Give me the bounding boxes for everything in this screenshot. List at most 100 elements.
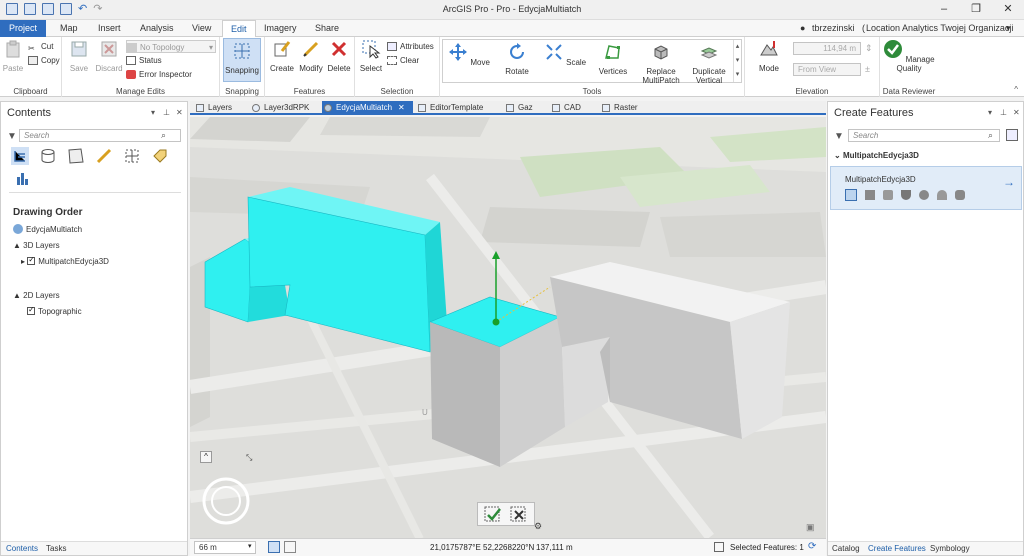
- paste-button[interactable]: Paste: [2, 39, 24, 73]
- layer-multipatch-checkbox[interactable]: [27, 255, 36, 265]
- contents-pin-icon[interactable]: ⊥: [163, 108, 170, 117]
- organization-name[interactable]: Location Analytics Twojej Organizacji: [866, 23, 1013, 33]
- elevation-adjust-icon[interactable]: ±: [865, 64, 870, 74]
- selected-features-count[interactable]: Selected Features: 1: [730, 543, 804, 552]
- sphere-tool-icon[interactable]: [919, 190, 929, 200]
- scale-input[interactable]: 66 m: [194, 541, 256, 554]
- navigator-icon[interactable]: [202, 477, 250, 525]
- view-tab-editortemplate[interactable]: EditorTemplate: [416, 101, 483, 115]
- cone-tool-icon[interactable]: [937, 190, 947, 200]
- tab-create-features[interactable]: Create Features: [868, 544, 926, 553]
- data-source-icon[interactable]: [39, 147, 57, 165]
- tab-catalog[interactable]: Catalog: [832, 544, 860, 553]
- labeling-view-icon[interactable]: [151, 147, 169, 165]
- status-button[interactable]: Status: [126, 54, 162, 67]
- contents-search-input[interactable]: Search: [19, 129, 181, 142]
- manage-templates-icon[interactable]: [1006, 129, 1018, 141]
- move-tool[interactable]: Move: [447, 42, 491, 67]
- elevation-mode-button[interactable]: Mode: [751, 39, 787, 73]
- close-window-button[interactable]: ✕: [994, 2, 1022, 16]
- user-name[interactable]: tbrzezinski: [812, 23, 855, 33]
- save-edits-button[interactable]: Save: [66, 39, 92, 73]
- tab-tasks[interactable]: Tasks: [46, 544, 66, 553]
- tab-analysis[interactable]: Analysis: [132, 20, 182, 37]
- snapping-toggle-icon[interactable]: [268, 541, 280, 553]
- close-view-icon[interactable]: ✕: [398, 103, 405, 112]
- tab-insert[interactable]: Insert: [90, 20, 129, 37]
- editing-view-icon[interactable]: [95, 147, 113, 165]
- drawing-order-icon[interactable]: [11, 147, 29, 165]
- create-features-filter-icon[interactable]: ▼: [834, 131, 844, 142]
- group-3d-layers[interactable]: ▲ 3D Layers: [13, 241, 60, 250]
- select-button[interactable]: Select: [357, 39, 385, 73]
- tools-gallery-scroll[interactable]: ▴ ▾ ▾: [733, 40, 741, 82]
- elevation-spin-icon[interactable]: ⇕: [865, 43, 873, 54]
- create-features-close-icon[interactable]: ✕: [1013, 108, 1020, 117]
- group-2d-layers[interactable]: ▲ 2D Layers: [13, 291, 60, 300]
- view-tab-cad[interactable]: CAD: [550, 101, 581, 115]
- selection-view-icon[interactable]: [67, 147, 85, 165]
- discard-button[interactable]: Discard: [94, 39, 124, 73]
- create-button[interactable]: Create: [268, 39, 296, 73]
- tab-imagery[interactable]: Imagery: [256, 20, 305, 37]
- vertices-tool[interactable]: Vertices: [591, 42, 635, 76]
- create-features-search-input[interactable]: Search: [848, 129, 1000, 142]
- create-features-search-icon[interactable]: ⌕: [988, 130, 993, 141]
- scale-tool[interactable]: Scale: [543, 42, 587, 67]
- view-tab-raster[interactable]: Raster: [600, 101, 638, 115]
- collapse-ribbon-icon[interactable]: ^: [1014, 85, 1018, 94]
- tab-map[interactable]: Map: [52, 20, 86, 37]
- tab-edit[interactable]: Edit: [222, 20, 256, 37]
- manage-quality-button[interactable]: Manage Quality: [882, 39, 936, 73]
- template-item[interactable]: MultipatchEdycja3D →: [830, 166, 1022, 210]
- maximize-button[interactable]: ❐: [962, 2, 990, 16]
- map-overlay-icon[interactable]: ▣: [806, 522, 815, 533]
- map-node[interactable]: EdycjaMultiatch: [13, 224, 82, 234]
- cut-button[interactable]: ✂ Cut: [28, 40, 53, 53]
- elevation-value-input[interactable]: 114,94 m: [793, 42, 861, 55]
- finish-edit-icon[interactable]: [484, 506, 502, 524]
- scene-view[interactable]: U ^ ⤡ ⚙ ▣: [190, 117, 826, 539]
- contents-menu-icon[interactable]: ▾: [151, 108, 155, 117]
- create-features-pin-icon[interactable]: ⊥: [1000, 108, 1007, 117]
- replace-multipatch-tool[interactable]: Replace MultiPatch: [637, 42, 685, 85]
- layer-topographic-checkbox[interactable]: [27, 305, 35, 315]
- tab-project[interactable]: Project: [0, 20, 46, 37]
- minimize-button[interactable]: –: [930, 2, 958, 16]
- contents-close-icon[interactable]: ✕: [176, 108, 183, 117]
- copy-button[interactable]: Copy: [28, 54, 60, 67]
- delete-button[interactable]: Delete: [325, 39, 353, 73]
- template-arrow-icon[interactable]: →: [1003, 175, 1015, 189]
- attributes-button[interactable]: Attributes: [387, 40, 434, 53]
- snapping-button[interactable]: Snapping: [223, 38, 261, 82]
- tab-contents[interactable]: Contents: [6, 544, 38, 553]
- snapping-view-icon[interactable]: [123, 147, 141, 165]
- scale-dropdown-icon[interactable]: ▾: [248, 542, 252, 550]
- layer-topographic[interactable]: Topographic: [27, 305, 82, 316]
- clear-selection-button[interactable]: Clear: [387, 54, 419, 67]
- error-inspector-button[interactable]: Error Inspector: [126, 68, 192, 81]
- refresh-icon[interactable]: ⟳: [808, 541, 816, 552]
- cylinder-tool-icon[interactable]: [901, 190, 911, 200]
- create-features-menu-icon[interactable]: ▾: [988, 108, 992, 117]
- navigator-expand-button[interactable]: ^: [200, 451, 212, 463]
- topology-dropdown[interactable]: No Topology ▾: [126, 40, 216, 53]
- cancel-edit-icon[interactable]: [510, 506, 528, 524]
- contents-search-icon[interactable]: ⌕: [161, 130, 166, 141]
- box-tool-icon[interactable]: [883, 190, 893, 200]
- from-view-button[interactable]: From View: [793, 63, 861, 76]
- tab-share[interactable]: Share: [307, 20, 347, 37]
- tab-symbology[interactable]: Symbology: [930, 544, 970, 553]
- charts-view-icon[interactable]: [15, 170, 31, 186]
- layer-multipatch[interactable]: ▸ MultipatchEdycja3D: [21, 255, 109, 266]
- duplicate-vertical-tool[interactable]: Duplicate Vertical: [687, 42, 731, 85]
- view-tab-gaz[interactable]: Gaz: [504, 101, 533, 115]
- organization-dropdown-icon[interactable]: ▾: [1006, 23, 1011, 34]
- grid-toggle-icon[interactable]: [284, 541, 296, 553]
- scene-canvas[interactable]: U: [190, 117, 826, 539]
- view-tab-edycjamultiatch[interactable]: EdycjaMultiatch ✕: [322, 101, 413, 115]
- view-tab-layer3drpk[interactable]: Layer3dRPK: [250, 101, 309, 115]
- toolbar-settings-icon[interactable]: ⚙: [534, 521, 542, 532]
- rotate-tool[interactable]: Rotate: [495, 42, 539, 76]
- multipatch-tool-icon[interactable]: [845, 189, 857, 201]
